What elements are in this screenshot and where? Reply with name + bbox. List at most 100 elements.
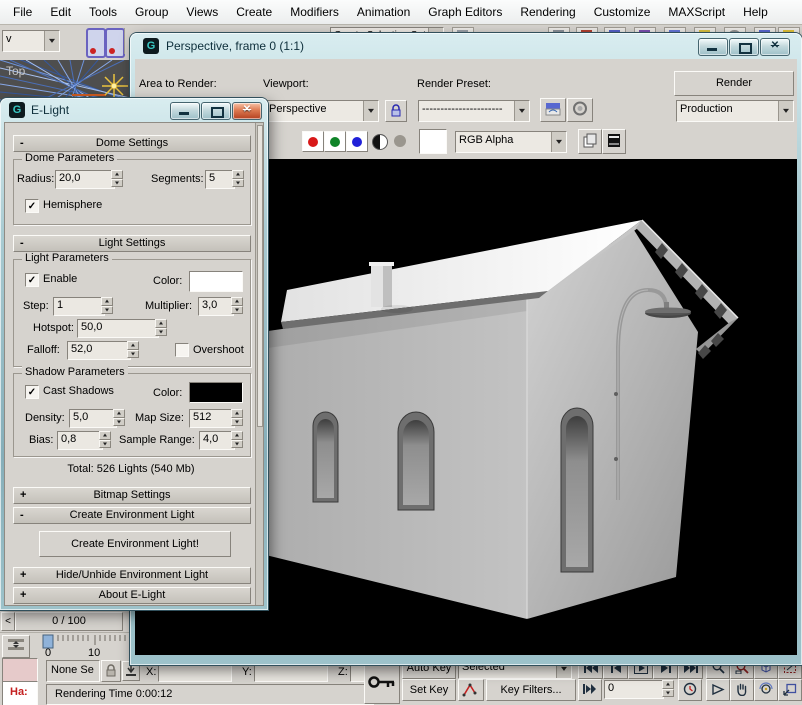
set-key-button[interactable]: Set Key <box>402 679 456 701</box>
chevron-down-icon[interactable] <box>551 132 566 152</box>
shadow-color-swatch[interactable] <box>189 382 243 403</box>
chevron-down-icon[interactable] <box>778 101 793 121</box>
close-button[interactable]: ✕ <box>232 102 262 120</box>
new-key-settings-button[interactable] <box>458 679 484 701</box>
channel-display-combo[interactable]: RGB Alpha <box>455 131 567 153</box>
radius-spinner[interactable] <box>111 170 123 187</box>
y-coordinate-field[interactable] <box>254 663 328 682</box>
multiplier-spinner[interactable] <box>231 297 243 314</box>
maximize-button[interactable] <box>201 102 231 120</box>
red-channel-button[interactable] <box>302 131 324 152</box>
frame-spinner[interactable] <box>662 680 674 697</box>
density-spinner[interactable] <box>113 409 125 426</box>
menu-item-group[interactable]: Group <box>126 2 177 22</box>
falloff-field[interactable]: 52,0 <box>67 341 131 360</box>
set-keys-button[interactable] <box>364 662 400 704</box>
multiplier-field[interactable]: 3,0 <box>198 297 234 316</box>
menu-item-customize[interactable]: Customize <box>585 2 660 22</box>
rollout-about-elight[interactable]: +About E-Light <box>13 587 251 604</box>
orbit-button[interactable] <box>754 679 778 701</box>
close-button[interactable]: ✕ <box>760 38 790 56</box>
step-field[interactable]: 1 <box>53 297 105 316</box>
menu-item-file[interactable]: File <box>4 2 41 22</box>
pan-button[interactable] <box>730 679 754 701</box>
scrollbar-thumb[interactable] <box>257 125 263 427</box>
green-channel-button[interactable] <box>324 131 346 152</box>
toolbar-icon[interactable] <box>86 28 106 58</box>
menu-item-animation[interactable]: Animation <box>348 2 419 22</box>
light-color-swatch[interactable] <box>189 271 243 292</box>
render-mode-combo[interactable]: Production <box>676 100 794 122</box>
radius-field[interactable]: 20,0 <box>55 170 115 189</box>
background-color-swatch[interactable] <box>419 129 447 154</box>
rollout-create-environment-light[interactable]: -Create Environment Light <box>13 507 251 524</box>
menu-item-create[interactable]: Create <box>227 2 281 22</box>
minimize-button[interactable] <box>170 102 200 120</box>
chevron-down-icon[interactable] <box>363 101 378 121</box>
clone-frame-button[interactable] <box>578 129 602 154</box>
blue-channel-button[interactable] <box>346 131 368 152</box>
menu-item-rendering[interactable]: Rendering <box>511 2 584 22</box>
map-size-spinner[interactable] <box>231 409 243 426</box>
sample-range-field[interactable]: 4,0 <box>199 431 235 450</box>
alpha-channel-button[interactable] <box>394 135 406 147</box>
time-slider-handle[interactable]: 0 / 100 <box>15 612 123 631</box>
bias-field[interactable]: 0,8 <box>57 431 103 450</box>
maximize-viewport-button[interactable] <box>778 679 802 701</box>
environment-settings-button[interactable] <box>567 98 593 122</box>
falloff-spinner[interactable] <box>127 341 139 358</box>
rollout-bitmap-settings[interactable]: +Bitmap Settings <box>13 487 251 504</box>
menu-item-views[interactable]: Views <box>177 2 227 22</box>
rollout-dome-settings[interactable]: -Dome Settings <box>13 135 251 152</box>
density-field[interactable]: 5,0 <box>69 409 117 428</box>
chevron-down-icon[interactable] <box>44 31 59 51</box>
menu-item-modifiers[interactable]: Modifiers <box>281 2 348 22</box>
render-button[interactable]: Render <box>674 71 794 96</box>
toolbar-icon[interactable] <box>105 28 125 58</box>
create-environment-light-button[interactable]: Create Environment Light! <box>39 531 231 557</box>
time-configuration-button[interactable] <box>678 679 702 701</box>
rollout-scrollbar[interactable] <box>255 123 263 605</box>
macro-recorder-pane[interactable] <box>2 658 38 682</box>
elight-titlebar[interactable]: G E-Light ✕ <box>0 98 268 124</box>
maxscript-listener-pane[interactable]: Ha: <box>2 681 38 705</box>
current-frame-field[interactable]: 0 <box>604 680 664 699</box>
key-mode-toggle-button[interactable] <box>578 679 602 701</box>
menu-item-graph-editors[interactable]: Graph Editors <box>419 2 511 22</box>
viewport-combo[interactable]: Perspective <box>265 100 379 122</box>
selection-lock-button[interactable] <box>101 660 121 682</box>
menu-item-edit[interactable]: Edit <box>41 2 80 22</box>
render-window-titlebar[interactable]: G Perspective, frame 0 (1:1) ✕ <box>130 33 802 59</box>
chevron-down-icon[interactable] <box>514 101 529 121</box>
segments-field[interactable]: 5 <box>205 170 235 189</box>
hemisphere-checkbox[interactable]: ✓ <box>25 199 39 213</box>
segments-spinner[interactable] <box>232 170 244 187</box>
enable-checkbox[interactable]: ✓ <box>25 273 39 287</box>
hotspot-field[interactable]: 50,0 <box>77 319 159 338</box>
layers-display-button[interactable] <box>602 129 626 154</box>
sample-range-spinner[interactable] <box>231 431 243 448</box>
render-setup-button[interactable] <box>540 98 566 122</box>
menu-item-tools[interactable]: Tools <box>80 2 126 22</box>
rollout-light-settings[interactable]: -Light Settings <box>13 235 251 252</box>
key-filters-button[interactable]: Key Filters... <box>486 679 576 701</box>
walkthrough-button[interactable] <box>706 679 730 701</box>
hotspot-spinner[interactable] <box>155 319 167 336</box>
maximize-button[interactable] <box>729 38 759 56</box>
named-selection-combo[interactable]: v <box>2 30 60 52</box>
minimize-button[interactable] <box>698 38 728 56</box>
monochrome-channel-button[interactable] <box>372 134 388 150</box>
x-coordinate-field[interactable] <box>158 663 232 682</box>
mini-curve-editor-button[interactable] <box>2 635 30 658</box>
step-spinner[interactable] <box>101 297 113 314</box>
rollout-hide-unhide[interactable]: +Hide/Unhide Environment Light <box>13 567 251 584</box>
menu-item-help[interactable]: Help <box>734 2 777 22</box>
bias-spinner[interactable] <box>99 431 111 448</box>
viewport-lock-button[interactable] <box>385 100 407 122</box>
time-slider-prev-button[interactable]: < <box>1 612 15 631</box>
map-size-field[interactable]: 512 <box>189 409 235 428</box>
overshoot-checkbox[interactable] <box>175 343 189 357</box>
render-preset-combo[interactable]: ---------------------- <box>418 100 530 122</box>
cast-shadows-checkbox[interactable]: ✓ <box>25 385 39 399</box>
menu-item-maxscript[interactable]: MAXScript <box>659 2 734 22</box>
